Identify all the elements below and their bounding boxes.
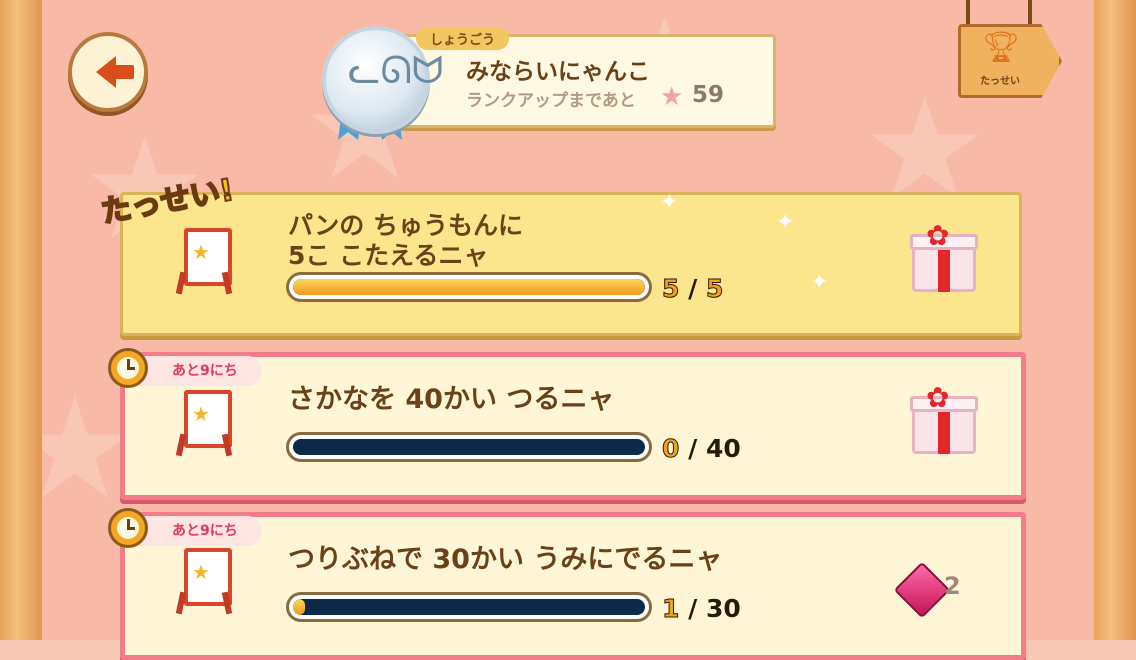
back-arrow-icon xyxy=(96,56,134,88)
clock-icon xyxy=(108,348,148,388)
quest-3-progress-bar xyxy=(286,592,652,622)
quest-2-count: 0 / 40 xyxy=(661,434,741,464)
star-icon: ★ xyxy=(660,82,684,112)
progress-fill xyxy=(293,599,305,615)
quest-card-completed[interactable] xyxy=(120,192,1022,336)
back-button[interactable] xyxy=(68,32,148,112)
quest-1-line-1: パンの ちゅうもんに xyxy=(288,211,523,240)
clock-icon xyxy=(108,508,148,548)
easel-star-icon: ★ xyxy=(175,390,233,457)
quest-3-count: 1 / 30 xyxy=(661,594,741,624)
gift-icon[interactable]: ✿ xyxy=(910,222,978,294)
quest-1-progress-bar xyxy=(286,272,652,302)
sign-rope xyxy=(966,0,970,26)
sparkle-icon: ✦ xyxy=(810,270,829,295)
easel-star-icon: ★ xyxy=(175,548,233,615)
trophy-icon: 🏆︎ xyxy=(982,30,1021,65)
progress-fill xyxy=(293,279,645,295)
easel-star-icon: ★ xyxy=(175,228,233,295)
title-name: みならいにゃんこ xyxy=(466,59,650,85)
quest-1-count: 5 / 5 xyxy=(661,274,724,304)
quest-3-text: つりぶねで 30かい うみにでるニャ xyxy=(288,544,723,575)
quest-1-line-2: 5こ こたえるニャ xyxy=(288,241,489,270)
cat-face-icon: ᓚᘏᗢ xyxy=(348,48,444,92)
sign-rope xyxy=(1028,0,1032,26)
sparkle-icon: ✦ xyxy=(660,190,679,215)
wooden-frame-left xyxy=(0,0,45,640)
sparkle-icon: ✦ xyxy=(776,210,795,235)
rank-up-count: 59 xyxy=(692,82,725,108)
rank-up-label: ランクアップまであと xyxy=(466,91,636,111)
quest-2-progress-bar xyxy=(286,432,652,462)
quest-2-text: さかなを 40かい つるニャ xyxy=(288,384,615,415)
wooden-frame-right xyxy=(1091,0,1136,640)
achievements-label: たっせい xyxy=(980,76,1020,87)
gem-reward-count: 2 xyxy=(944,572,961,600)
gift-icon[interactable]: ✿ xyxy=(910,384,978,456)
title-tag: しょうごう xyxy=(416,27,510,50)
